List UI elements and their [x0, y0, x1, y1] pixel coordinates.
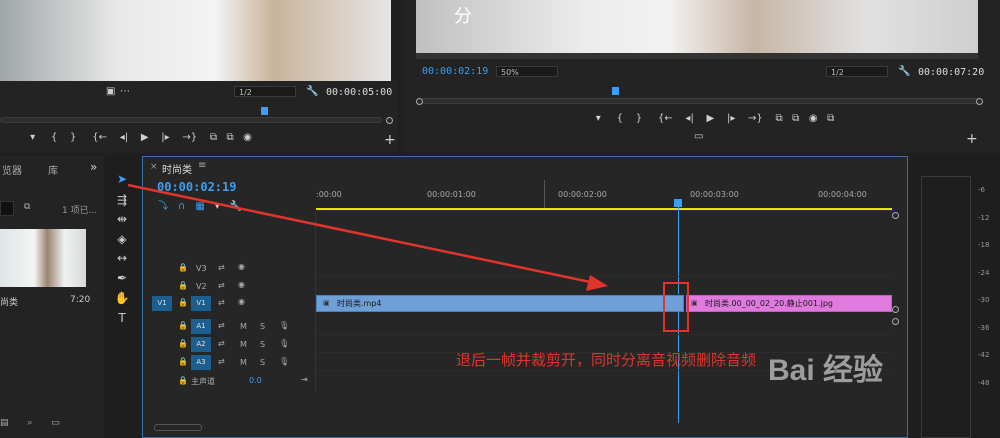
- meter-scale: -6 -12 -18 -24 -30 -36 -42 -48: [978, 177, 989, 397]
- baidu-watermark: Bai 经验: [768, 354, 884, 387]
- meter-label: -36: [978, 323, 990, 332]
- audio-meter-frame: [921, 176, 971, 438]
- meter-label: -12: [978, 213, 990, 222]
- annotation-text: 退后一帧并裁剪开，同时分离音视频删除音频: [456, 351, 757, 369]
- meter-label: -48: [978, 378, 990, 387]
- meter-label: -24: [978, 268, 990, 277]
- meter-label: -42: [978, 351, 990, 359]
- meter-label: -6: [978, 186, 985, 194]
- meter-label: -30: [978, 296, 990, 304]
- meter-label: -18: [978, 241, 990, 249]
